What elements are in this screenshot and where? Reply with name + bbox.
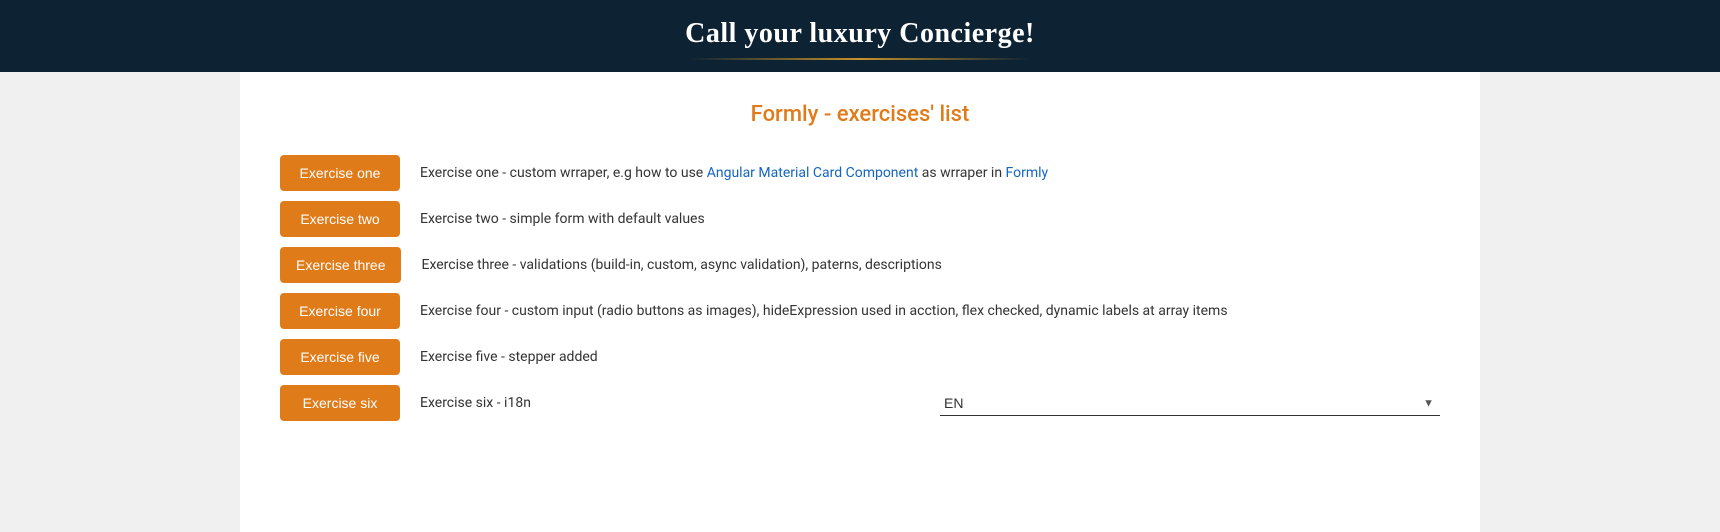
exercise-row: Exercise three Exercise three - validatio… (280, 247, 1440, 283)
exercise-six-description: Exercise six - i18n (420, 395, 920, 411)
exercise-five-button[interactable]: Exercise five (280, 339, 400, 375)
content-card: Formly - exercises' list Exercise oneExe… (240, 72, 1480, 532)
exercise-row: Exercise four Exercise four - custom inpu… (280, 293, 1440, 329)
exercise-row: Exercise five Exercise five - stepper add… (280, 339, 1440, 375)
exercise-two-button[interactable]: Exercise two (280, 201, 400, 237)
language-select[interactable]: ENPLDEFR (940, 391, 1440, 416)
app-title: Call your luxury Concierge! (0, 18, 1720, 50)
exercise-row: Exercise two Exercise two - simple form w… (280, 201, 1440, 237)
exercise-four-description: Exercise four - custom input (radio butt… (420, 303, 1440, 319)
exercise-six-button[interactable]: Exercise six (280, 385, 400, 421)
exercise-two-description: Exercise two - simple form with default … (420, 211, 1440, 227)
exercise-four-button[interactable]: Exercise four (280, 293, 400, 329)
exercise-list: Exercise one Exercise one - custom wrrape… (280, 155, 1440, 421)
exercise-five-description: Exercise five - stepper added (420, 349, 1440, 365)
page-title: Formly - exercises' list (280, 102, 1440, 127)
app-header: Call your luxury Concierge! (0, 0, 1720, 72)
exercise-row: Exercise one Exercise one - custom wrrape… (280, 155, 1440, 191)
language-select-wrapper: ENPLDEFR (940, 391, 1440, 416)
exercise-three-button[interactable]: Exercise three (280, 247, 401, 283)
exercise-one-description: Exercise one - custom wrraper, e.g how t… (420, 165, 1440, 181)
header-divider (690, 58, 1030, 60)
exercise-row: Exercise six Exercise six - i18n ENPLDEFR (280, 385, 1440, 421)
main-container: Formly - exercises' list Exercise oneExe… (0, 72, 1720, 532)
exercise-three-description: Exercise three - validations (build-in, … (421, 257, 1440, 273)
exercise-one-button[interactable]: Exercise one (280, 155, 400, 191)
